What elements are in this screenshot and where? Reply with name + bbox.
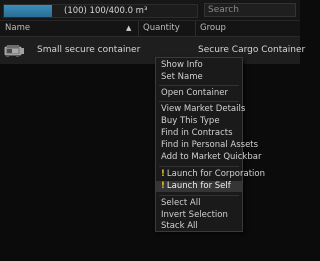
search-input[interactable]: [204, 3, 296, 17]
context-menu: Show Info Set Name Open Container View M…: [155, 57, 265, 232]
menu-item-show-info[interactable]: Show Info: [156, 60, 242, 71]
column-header-name[interactable]: Name: [5, 23, 30, 33]
sort-ascending-icon[interactable]: ▲: [126, 24, 131, 32]
capacity-text: (100) 100/400.0 m³: [64, 6, 148, 16]
item-group: Secure Cargo Container: [198, 45, 306, 55]
menu-item-launch-for-self[interactable]: ! Launch for Self: [156, 181, 242, 192]
menu-divider: [159, 166, 239, 167]
column-header: Name ▲ Quantity Group: [0, 21, 300, 37]
column-divider[interactable]: [138, 21, 139, 36]
menu-divider: [159, 85, 239, 86]
menu-item-select-all[interactable]: Select All: [156, 198, 242, 209]
list-item[interactable]: Small secure container Secure Cargo Cont…: [0, 37, 305, 64]
menu-item-buy-this-type[interactable]: Buy This Type: [156, 116, 242, 127]
menu-item-open-container[interactable]: Open Container: [156, 88, 242, 99]
menu-item-label: Launch for Self: [166, 181, 231, 191]
column-header-quantity[interactable]: Quantity: [143, 23, 180, 33]
menu-item-set-name[interactable]: Set Name: [156, 72, 242, 83]
menu-item-add-to-market-quickbar[interactable]: Add to Market Quickbar: [156, 152, 261, 163]
cargo-toolbar: (100) 100/400.0 m³: [0, 0, 300, 21]
capacity-gauge-fill: [4, 5, 53, 17]
menu-item-view-market-details[interactable]: View Market Details: [156, 104, 245, 115]
item-name: Small secure container: [37, 45, 141, 55]
menu-item-stack-all[interactable]: Stack All: [156, 222, 242, 231]
column-header-group[interactable]: Group: [200, 23, 226, 33]
capacity-gauge: (100) 100/400.0 m³: [3, 4, 198, 18]
secure-container-icon: [4, 41, 26, 60]
warning-icon: !: [161, 169, 165, 179]
menu-item-find-in-personal-assets[interactable]: Find in Personal Assets: [156, 140, 258, 151]
menu-divider: [159, 101, 239, 102]
menu-item-invert-selection[interactable]: Invert Selection: [156, 210, 242, 221]
warning-icon: !: [161, 181, 165, 191]
menu-divider: [159, 195, 239, 196]
menu-item-find-in-contracts[interactable]: Find in Contracts: [156, 128, 242, 139]
column-divider[interactable]: [195, 21, 196, 36]
menu-item-label: Launch for Corporation: [166, 169, 265, 179]
menu-item-launch-for-corporation[interactable]: ! Launch for Corporation: [156, 169, 265, 180]
